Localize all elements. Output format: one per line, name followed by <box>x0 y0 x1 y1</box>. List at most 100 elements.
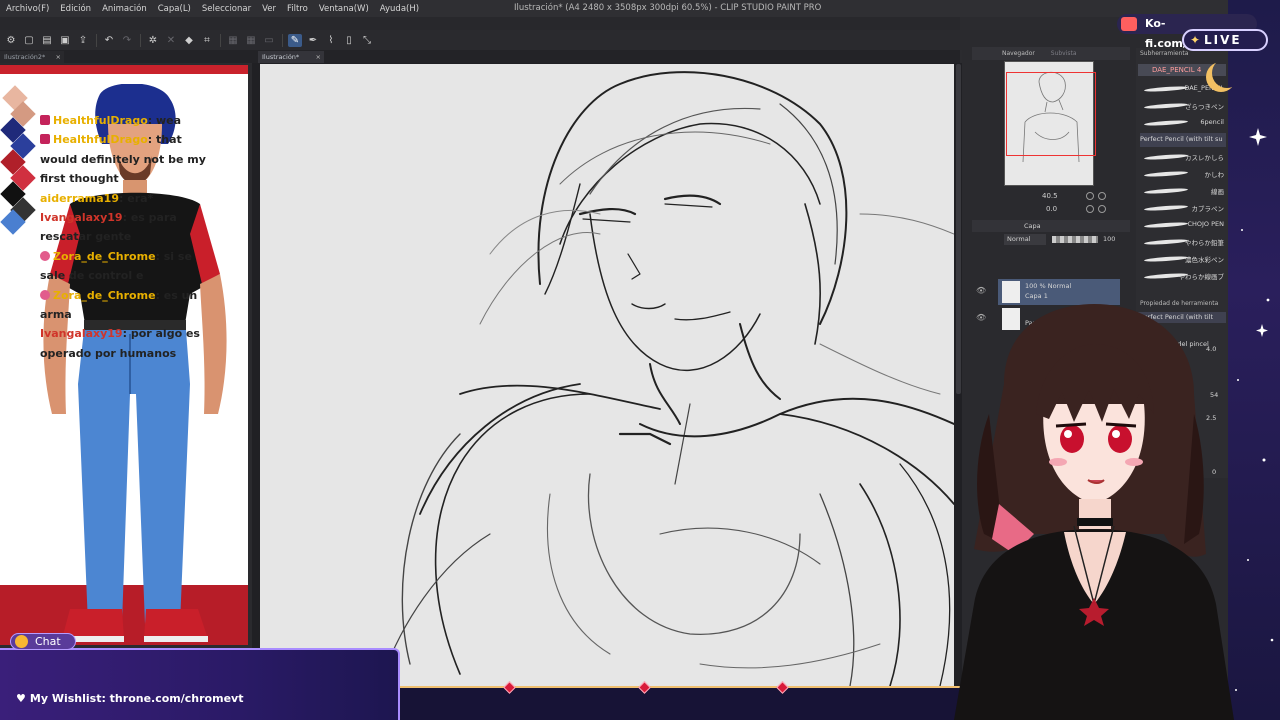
layer-panel-title[interactable]: Capa <box>1024 222 1041 230</box>
navigator-title[interactable]: Navegador <box>1002 50 1035 57</box>
blend-mode-select[interactable]: Normal <box>1004 234 1046 245</box>
brush-name: 線画 <box>1211 188 1224 196</box>
redo-icon[interactable]: ↷ <box>120 34 134 47</box>
grid-icon[interactable]: ▦ <box>244 34 258 47</box>
chat-username[interactable]: aiderrama19 <box>40 192 119 205</box>
close-icon[interactable]: × <box>56 51 61 63</box>
menu-window[interactable]: Ventana(W) <box>319 4 369 14</box>
chat-label-pill: Chat <box>10 633 76 650</box>
layer-thumbnail <box>1002 281 1020 303</box>
chat-username[interactable]: HealthfulDrago <box>53 114 148 127</box>
menu-layer[interactable]: Capa(L) <box>158 4 191 14</box>
heart-icon <box>40 289 50 300</box>
export-icon[interactable]: ⇪ <box>76 34 90 47</box>
brush-stroke-preview <box>1143 170 1189 178</box>
rotation-value[interactable]: 0.0 <box>1046 205 1057 213</box>
tab-ilustracion2[interactable]: Ilustración2* × <box>0 51 64 63</box>
brush-item[interactable]: カブラペン <box>1140 201 1226 215</box>
clear-icon[interactable]: ✕ <box>164 34 178 47</box>
navigator-controls: 40.5 0.0 <box>976 190 1126 220</box>
chat-username[interactable]: Ivangalaxy19 <box>40 327 123 340</box>
brush-item[interactable]: やわらか鉛筆 <box>1140 235 1226 249</box>
chat-message: Ivangalaxy19: es para <box>40 208 240 227</box>
live-badge: ✦ LIVE <box>1182 29 1268 51</box>
brush-item[interactable]: DAE_PENCIL <box>1140 82 1226 96</box>
wishlist-bar <box>0 648 400 720</box>
menu-items: Archivo(F) Edición Animación Capa(L) Sel… <box>0 4 430 14</box>
menu-view[interactable]: Ver <box>262 4 276 14</box>
opacity-value[interactable]: 100 <box>1103 235 1115 243</box>
new-file-icon[interactable]: ▢ <box>22 34 36 47</box>
chat-message: sale de control e <box>40 266 240 285</box>
settings-icon[interactable]: ⚙ <box>4 34 18 47</box>
snap-icon[interactable]: ▦ <box>226 34 240 47</box>
brush-item[interactable]: かしわ <box>1140 167 1226 181</box>
chat-message: aiderrama19: era* <box>40 189 240 208</box>
transform-icon[interactable]: ✲ <box>146 34 160 47</box>
chat-username[interactable]: Ivangalaxy19 <box>40 211 123 224</box>
menu-animation[interactable]: Animación <box>102 4 147 14</box>
brush-name: ざらつきペン <box>1185 103 1224 111</box>
ruler-icon[interactable]: ▭ <box>262 34 276 47</box>
pencil-tool-icon[interactable]: ✎ <box>288 33 302 47</box>
brush-item[interactable]: Perfect Pencil (with tilt su <box>1140 133 1226 147</box>
menu-select[interactable]: Seleccionar <box>202 4 251 14</box>
brush-item[interactable]: 濃色水彩ペン <box>1140 252 1226 266</box>
menu-help[interactable]: Ayuda(H) <box>380 4 419 14</box>
menu-edit[interactable]: Edición <box>60 4 91 14</box>
brush-item[interactable]: カスレかしら <box>1140 150 1226 164</box>
save-icon[interactable]: ▣ <box>58 34 72 47</box>
chat-message: arma <box>40 305 240 324</box>
brush-icon[interactable]: ⌇ <box>324 34 338 47</box>
tab-ilustracion[interactable]: Ilustración* × <box>258 51 324 63</box>
chat-text: rescatar gente <box>40 230 132 244</box>
zoom-out-icon[interactable] <box>1098 192 1106 200</box>
zoom-in-icon[interactable] <box>1086 192 1094 200</box>
undo-icon[interactable]: ↶ <box>102 34 116 47</box>
menu-file[interactable]: Archivo(F) <box>6 4 49 14</box>
chat-username[interactable]: Zora_de_Chrome <box>53 250 156 263</box>
drawing-canvas[interactable] <box>260 64 954 686</box>
pen-tool-icon[interactable]: ✒ <box>306 34 320 47</box>
brush-name: かしわ <box>1204 171 1225 179</box>
zoom-value[interactable]: 40.5 <box>1042 192 1058 200</box>
chat-text: would definitely not be my <box>40 152 206 166</box>
blend-tool-icon[interactable]: ⤡ <box>360 34 374 47</box>
fill-icon[interactable]: ◆ <box>182 34 196 47</box>
brush-name: CHOJO PEN <box>1187 220 1224 228</box>
opacity-slider[interactable] <box>1052 236 1098 243</box>
crop-icon[interactable]: ⌗ <box>200 34 214 47</box>
eye-icon[interactable]: 👁 <box>976 286 986 295</box>
close-icon[interactable]: × <box>316 51 321 63</box>
layer-panel-header: Capa <box>972 220 1130 232</box>
layer-properties: Normal 100 <box>976 233 1126 247</box>
open-file-icon[interactable]: ▤ <box>40 34 54 47</box>
brush-item[interactable]: ざらつきペン <box>1140 99 1226 113</box>
window-title: Ilustración* (A4 2480 x 3508px 300dpi 60… <box>514 3 822 13</box>
rotate-left-icon[interactable] <box>1086 205 1094 213</box>
navigator-view-frame <box>1006 72 1096 156</box>
brush-stroke-preview <box>1143 221 1189 229</box>
menu-filter[interactable]: Filtro <box>287 4 308 14</box>
brush-item[interactable]: 6pencil <box>1140 116 1226 130</box>
chat-username[interactable]: HealthfulDrago <box>53 133 148 146</box>
chat-text: arma <box>40 308 72 322</box>
toolbar-separator <box>220 33 221 47</box>
chat-username[interactable]: Zora_de_Chrome <box>53 289 156 302</box>
eraser-icon[interactable]: ▯ <box>342 34 356 47</box>
command-bar <box>0 17 960 30</box>
chat-label: Chat <box>35 635 61 648</box>
brush-item[interactable]: やわらか線画ブ <box>1140 269 1226 283</box>
rotate-right-icon[interactable] <box>1098 205 1106 213</box>
stream-scene: Archivo(F) Edición Animación Capa(L) Sel… <box>0 0 1280 720</box>
moon-icon <box>1212 58 1242 88</box>
layer-mode: 100 % Normal <box>1025 282 1072 290</box>
document-tabs: Ilustración2* × Ilustración* × <box>0 50 960 63</box>
brush-item[interactable]: 線画 <box>1140 184 1226 198</box>
chat-message: HealthfulDrago: wea <box>40 111 240 130</box>
wishlist-text[interactable]: ♥ My Wishlist: throne.com/chromevt <box>16 692 243 705</box>
subview-title[interactable]: Subvista <box>1051 50 1077 57</box>
layer-row[interactable]: 100 % Normal Capa 1 <box>998 279 1120 305</box>
badge-icon <box>40 115 50 125</box>
brush-item[interactable]: CHOJO PEN <box>1140 218 1226 232</box>
